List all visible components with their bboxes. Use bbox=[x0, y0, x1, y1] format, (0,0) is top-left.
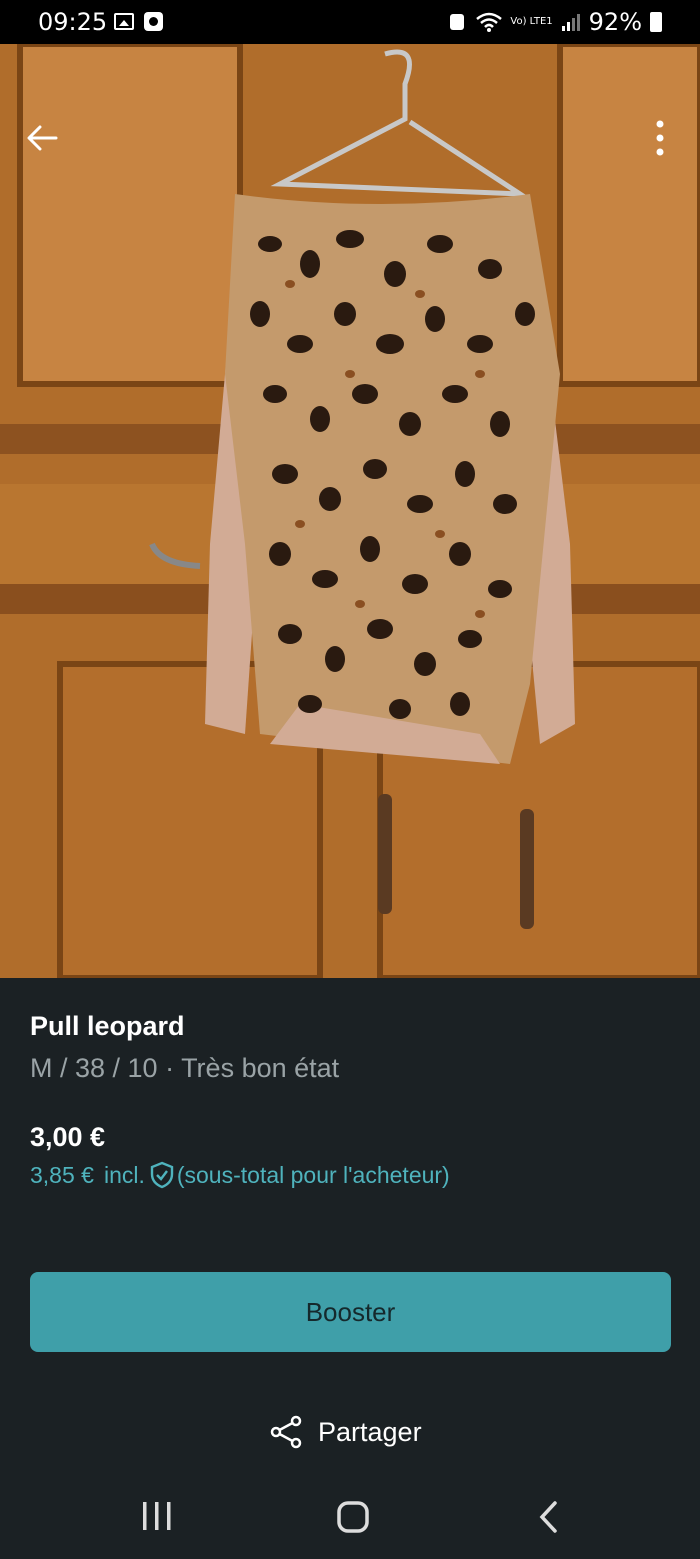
product-photo-carousel[interactable] bbox=[0, 44, 700, 978]
buyer-price: 3,85 € bbox=[30, 1161, 94, 1188]
product-photo bbox=[0, 44, 700, 978]
lock-icon bbox=[450, 14, 465, 30]
item-title: Pull leopard bbox=[30, 1011, 185, 1041]
system-navigation-bar bbox=[0, 1470, 700, 1559]
status-time: 09:25 bbox=[38, 8, 108, 36]
nav-recent-icon[interactable] bbox=[140, 1500, 174, 1532]
buyer-note: (sous-total pour l'acheteur) bbox=[176, 1161, 450, 1188]
share-label: Partager bbox=[318, 1416, 422, 1447]
signal-icon bbox=[561, 13, 581, 31]
status-bar: 09:25 Vo) LTE1 92% bbox=[0, 0, 700, 44]
status-indicators: Vo) LTE1 92% bbox=[450, 8, 662, 36]
gallery-notification-icon bbox=[114, 13, 134, 30]
booster-button[interactable]: Booster bbox=[30, 1272, 671, 1352]
nav-back-icon[interactable] bbox=[536, 1500, 560, 1534]
item-price: 3,00 € bbox=[30, 1122, 106, 1152]
buyer-incl: incl. bbox=[103, 1161, 145, 1188]
back-button[interactable] bbox=[22, 118, 62, 158]
network-type: Vo) LTE1 bbox=[510, 16, 553, 27]
share-icon bbox=[270, 1415, 302, 1449]
battery-icon bbox=[650, 12, 662, 32]
more-vertical-icon bbox=[656, 120, 664, 156]
wifi-icon bbox=[476, 12, 503, 32]
back-arrow-icon bbox=[27, 125, 58, 151]
item-details: M / 38 / 10 · Très bon état bbox=[30, 1053, 340, 1083]
more-options-button[interactable] bbox=[646, 114, 674, 162]
share-button[interactable]: Partager bbox=[268, 1414, 422, 1450]
shield-check-icon bbox=[150, 1161, 174, 1189]
battery-level: 92% bbox=[588, 8, 642, 36]
buyer-price-info[interactable]: 3,85 € incl. (sous-total pour l'acheteur… bbox=[30, 1161, 450, 1189]
app-notification-icon bbox=[144, 12, 163, 31]
nav-home-icon[interactable] bbox=[336, 1500, 370, 1534]
